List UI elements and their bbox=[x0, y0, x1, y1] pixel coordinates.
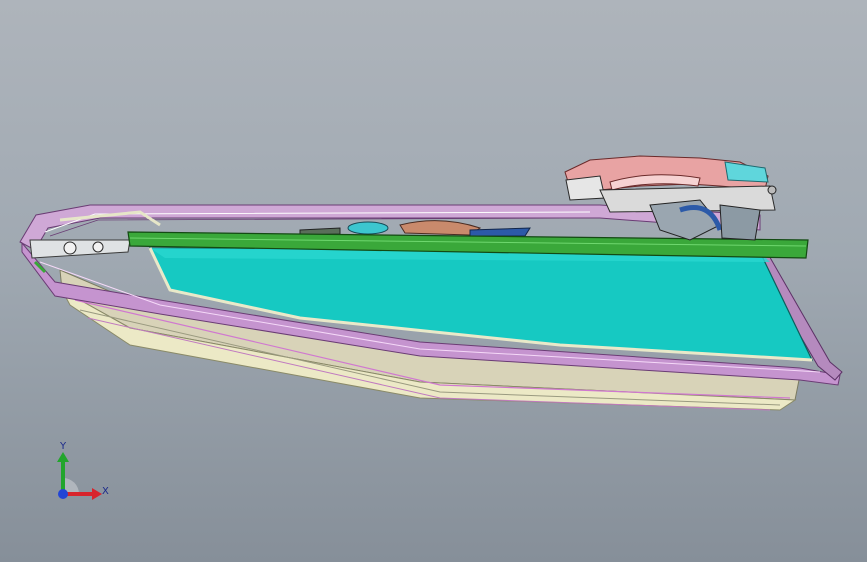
door-assembly-model[interactable] bbox=[0, 0, 867, 562]
x-axis-label: X bbox=[102, 486, 109, 497]
z-axis-dot bbox=[58, 489, 68, 499]
door-handle-assembly bbox=[564, 155, 777, 241]
coordinate-triad-icon bbox=[57, 452, 102, 500]
y-axis-label: Y bbox=[60, 441, 67, 452]
graphics-viewport[interactable]: Y X bbox=[0, 0, 867, 562]
internal-mechanism bbox=[299, 220, 531, 237]
